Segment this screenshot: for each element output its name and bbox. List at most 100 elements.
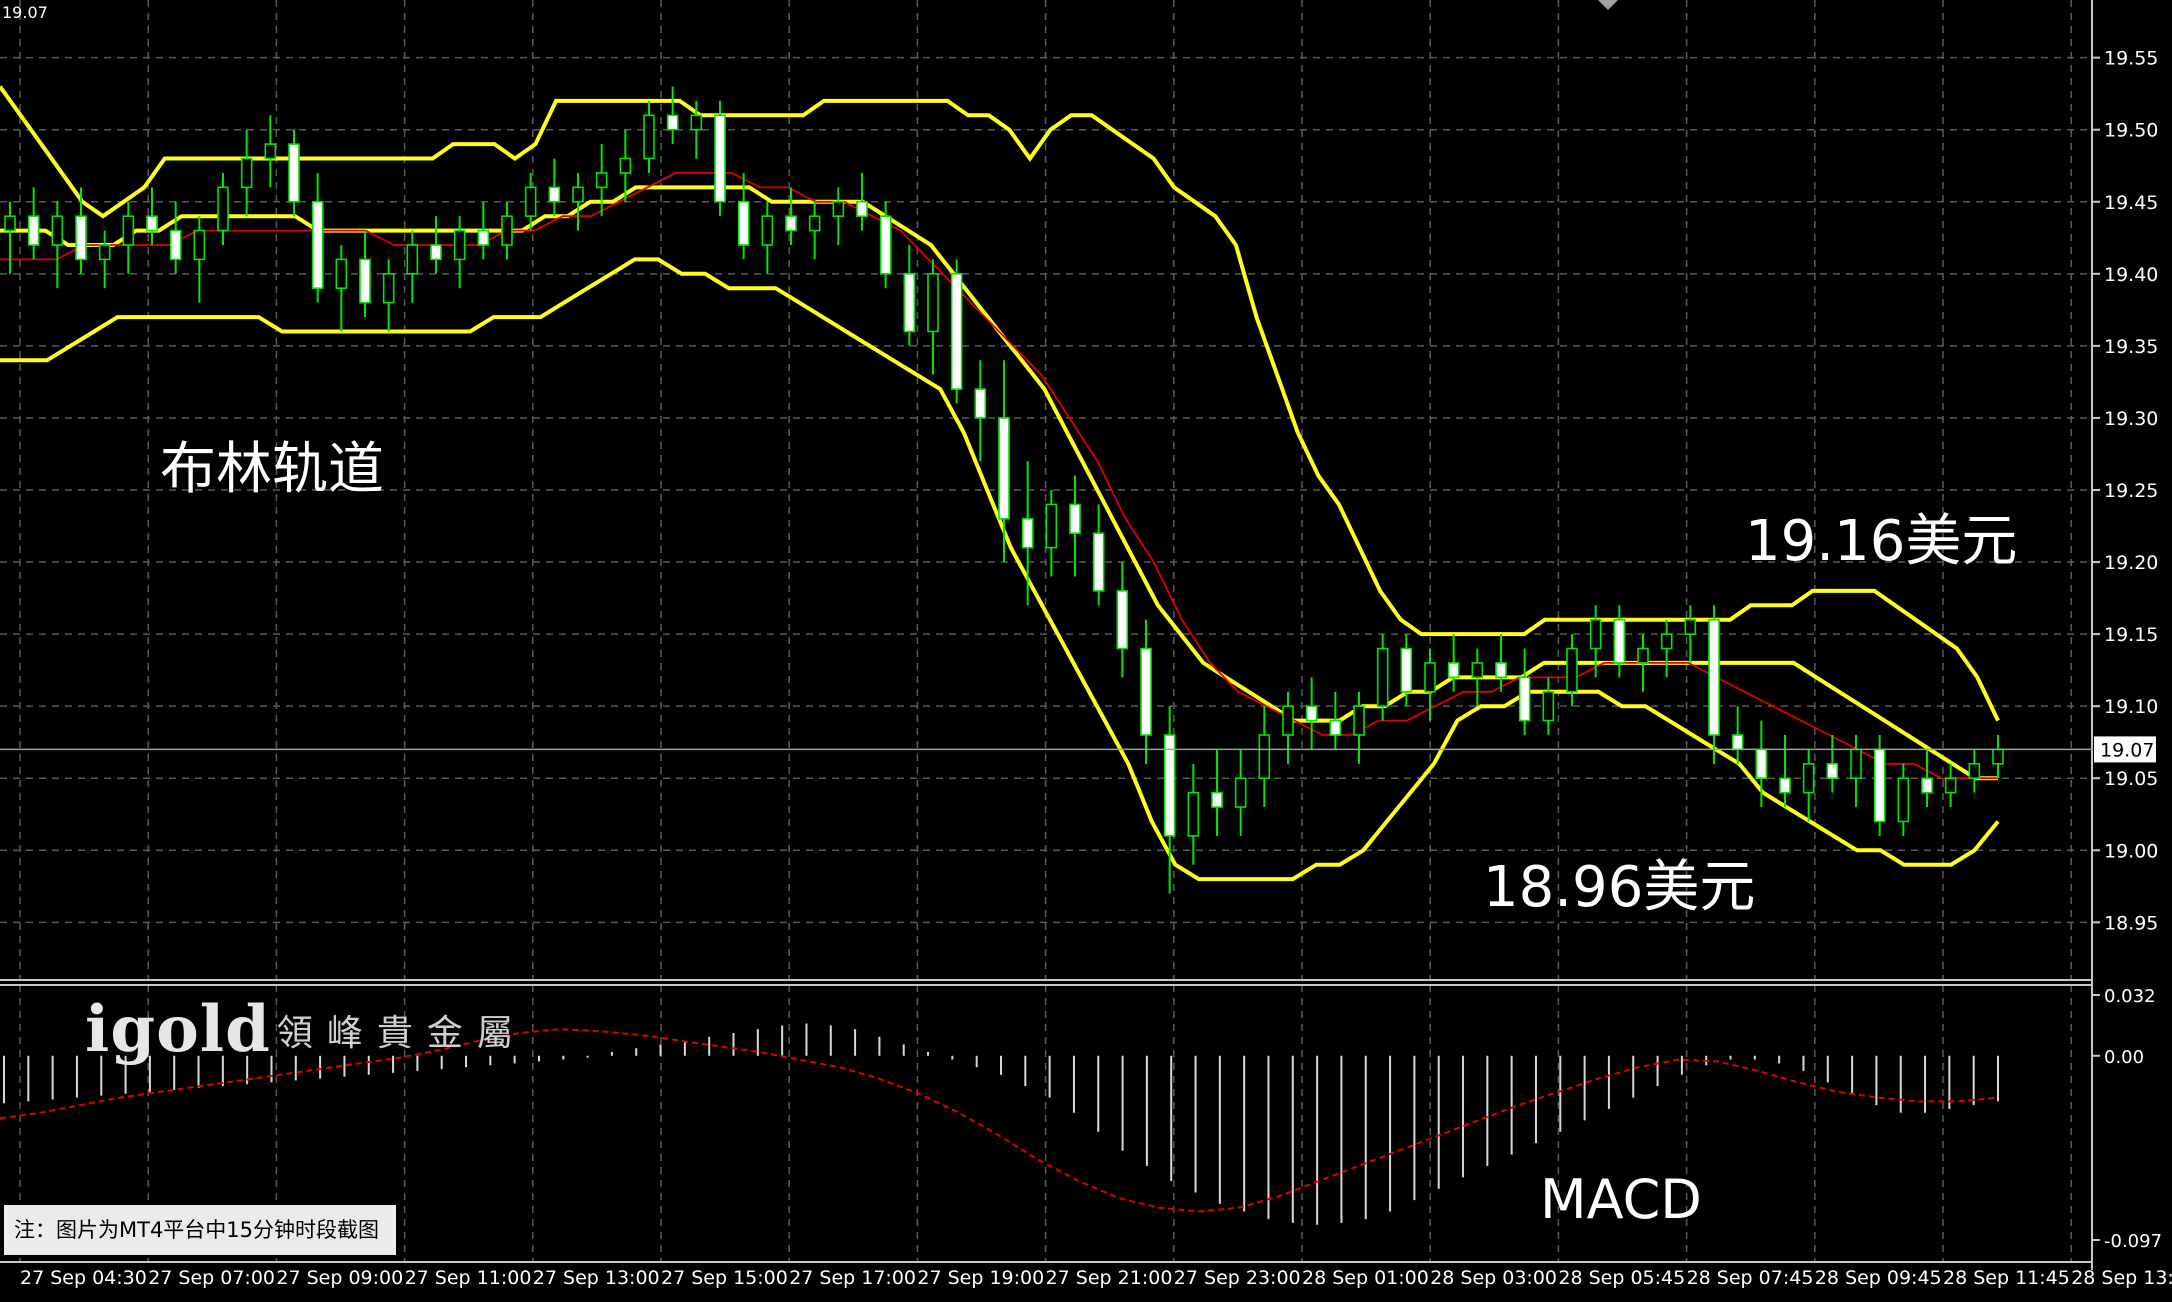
candle-bull-body [240, 157, 253, 189]
candle-bull-body [643, 114, 655, 160]
candlestick [643, 100, 655, 173]
candle-bear-body [1116, 590, 1129, 650]
macd-tick-label: 0.00 [2104, 1047, 2144, 1068]
candlestick [1045, 490, 1058, 577]
price-tick-label: 19.20 [2104, 552, 2158, 574]
price-tick-label: 19.15 [2104, 624, 2158, 646]
candle-bull-body [1045, 503, 1058, 549]
candlestick [761, 201, 774, 274]
candle-bear-body [1518, 676, 1531, 722]
scroll-marker-icon [1598, 0, 1618, 10]
candlestick [714, 100, 726, 217]
time-tick-label: 28 Sep 07:45 [1687, 1267, 1814, 1289]
axes: 27 Sep 04:30 27 Sep 07:00 27 Sep 09:00 27 S… [0, 0, 2172, 1289]
candle-bull-body [1968, 763, 1981, 780]
candlestick [1447, 634, 1460, 692]
candle-bear-body [548, 186, 561, 203]
candle-bull-body [595, 172, 608, 189]
candle-bull-body [335, 258, 348, 290]
candle-bull-body [1684, 618, 1697, 635]
candle-bear-body [27, 215, 40, 246]
price-tick-label: 19.40 [2104, 264, 2158, 286]
macd-tick-label: 0.032 [2104, 986, 2156, 1007]
candlestick [1305, 677, 1318, 750]
candlestick [1992, 735, 2004, 779]
candle-bull-body [1542, 690, 1555, 722]
candlestick [998, 360, 1010, 563]
candle-bear-body [1305, 705, 1318, 722]
candle-bear-body [1021, 518, 1034, 549]
grid-lines [0, 0, 2092, 1262]
candle-bull-body [1353, 705, 1365, 736]
candlestick [548, 158, 561, 217]
price-tick-label: 19.25 [2104, 480, 2158, 502]
candle-bull-body [619, 157, 632, 174]
candle-bull-body [1589, 618, 1602, 650]
candle-bear-body [1092, 532, 1105, 592]
candlestick [832, 187, 845, 245]
candle-bull-body [832, 200, 845, 217]
candlestick [1092, 504, 1105, 606]
candle-bear-body [1400, 647, 1413, 693]
candle-bear-body [288, 143, 300, 203]
candle-bull-body [193, 229, 206, 261]
time-tick-label: 28 Sep 01:00 [1302, 1267, 1429, 1289]
time-tick-label: 27 Sep 19:00 [917, 1267, 1044, 1289]
time-tick-label: 27 Sep 09:00 [276, 1267, 403, 1289]
candle-bull-body [1187, 791, 1200, 837]
candle-bear-body [1755, 748, 1768, 780]
candle-bull-body [98, 244, 111, 261]
top-left-price-label: 19.07 [2, 3, 48, 22]
time-tick-label: 27 Sep 17:00 [789, 1267, 916, 1289]
candle-bull-body [1376, 647, 1389, 707]
candle-bull-body [4, 215, 16, 232]
candlestick [1660, 619, 1673, 678]
price-tick-label: 19.35 [2104, 336, 2158, 358]
time-tick-label: 27 Sep 21:00 [1046, 1267, 1173, 1289]
candle-bull-body [1424, 662, 1436, 693]
candlestick [477, 201, 490, 260]
candle-bull-body [1234, 777, 1247, 808]
time-tick-label: 27 Sep 13:00 [533, 1267, 660, 1289]
candle-bull-body [1637, 647, 1649, 664]
price-chart[interactable]: 27 Sep 04:30 27 Sep 07:00 27 Sep 09:00 27 S… [0, 0, 2172, 1302]
candlestick [785, 187, 797, 245]
time-tick-label: 28 Sep 13:45 [2071, 1267, 2172, 1289]
price-tick-label: 19.55 [2104, 48, 2158, 70]
time-tick-label: 28 Sep 09:45 [1815, 1267, 1942, 1289]
candlestick [1921, 749, 1933, 808]
candlestick [1779, 735, 1791, 808]
candle-bear-body [1495, 662, 1507, 679]
price-tick-label: 19.50 [2104, 120, 2158, 142]
candlestick [974, 360, 987, 462]
price-tick-label: 19.10 [2104, 696, 2158, 718]
candlestick [666, 86, 679, 145]
candlestick [1637, 634, 1649, 692]
candle-bear-body [1921, 777, 1933, 794]
logo-brand: igold [85, 992, 271, 1067]
candle-bear-body [1779, 777, 1791, 794]
candlestick [903, 245, 916, 346]
candle-bull-body [1660, 633, 1673, 650]
candle-bull-body [51, 215, 64, 246]
candlestick [1850, 735, 1862, 808]
candle-bear-body [75, 215, 87, 261]
candlestick [335, 245, 348, 332]
candle-bull-body [1897, 777, 1910, 823]
candlestick [1566, 634, 1578, 707]
candlestick [264, 115, 277, 188]
candle-bull-body [1802, 763, 1815, 794]
time-tick-label: 28 Sep 03:00 [1430, 1267, 1557, 1289]
bollinger-lower-line [0, 257, 2000, 882]
time-tick-label: 28 Sep 11:45 [1943, 1267, 2070, 1289]
candle-bull-body [217, 186, 229, 232]
candlestick [1589, 605, 1602, 678]
candle-bear-body [666, 114, 679, 131]
candle-bear-body [169, 229, 182, 261]
candlestick [406, 230, 419, 303]
candle-bear-body [903, 273, 916, 333]
candle-bear-body [1069, 503, 1081, 535]
candlestick [1495, 634, 1507, 692]
candle-bear-body [1731, 734, 1744, 751]
upper-price-annotation: 19.16美元 [1745, 509, 2018, 574]
